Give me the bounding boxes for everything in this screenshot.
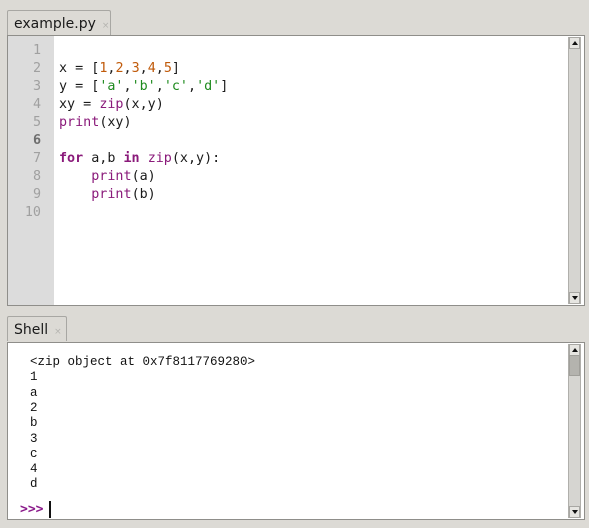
code-token: (x,y) <box>123 97 164 112</box>
code-line[interactable]: for a,b in zip(x,y): <box>59 150 220 168</box>
code-token: (x,y): <box>171 151 221 166</box>
line-number: 9 <box>32 187 41 202</box>
shell-console[interactable]: <zip object at 0x7f8117769280> 1 a 2 b 3 c 4 d >… <box>7 342 585 520</box>
line-number: 2 <box>32 61 41 76</box>
scroll-thumb[interactable] <box>569 355 580 376</box>
code-line[interactable]: xy = zip(x,y) <box>59 96 164 114</box>
shell-output-line: 4 <box>30 462 38 477</box>
code-token: (xy) <box>99 115 132 130</box>
line-number: 4 <box>32 97 41 112</box>
code-token: print <box>91 169 132 184</box>
code-token: 'd' <box>196 79 221 94</box>
code-token: xy = <box>59 97 100 112</box>
shell-scrollbar[interactable] <box>568 344 581 518</box>
code-token: (a) <box>131 169 156 184</box>
code-token: print <box>91 187 132 202</box>
close-icon[interactable]: × <box>102 21 110 31</box>
arrow-down-icon <box>572 510 578 514</box>
close-icon[interactable]: × <box>54 327 62 337</box>
editor-tab[interactable]: example.py × <box>7 10 111 35</box>
code-line[interactable]: print(a) <box>59 168 156 186</box>
code-token: 'b' <box>131 79 156 94</box>
arrow-up-icon <box>572 348 578 352</box>
scroll-down-button[interactable] <box>569 506 580 518</box>
code-token: , <box>123 61 132 76</box>
shell-output-line: a <box>30 385 38 400</box>
code-token: zip <box>99 97 124 112</box>
code-line[interactable]: x = [1,2,3,4,5] <box>59 60 180 78</box>
code-token: 3 <box>131 61 140 76</box>
shell-output-line: 3 <box>30 431 38 446</box>
code-token: , <box>188 79 197 94</box>
scroll-up-button[interactable] <box>569 37 580 49</box>
code-token: zip <box>147 151 172 166</box>
line-number: 3 <box>32 79 41 94</box>
code-token: x = [ <box>59 61 100 76</box>
code-token: , <box>155 61 164 76</box>
code-token: 5 <box>163 61 172 76</box>
code-token: (b) <box>131 187 156 202</box>
scroll-down-button[interactable] <box>569 292 580 304</box>
shell-tab[interactable]: Shell × <box>7 316 67 341</box>
code-token: , <box>123 79 132 94</box>
code-line[interactable]: y = ['a','b','c','d'] <box>59 78 228 96</box>
code-token: ] <box>220 79 229 94</box>
code-token: 4 <box>147 61 156 76</box>
shell-prompt: >>> <box>20 502 44 517</box>
code-token: for <box>59 151 84 166</box>
arrow-up-icon <box>572 41 578 45</box>
text-cursor <box>49 501 51 518</box>
code-line[interactable]: print(b) <box>59 186 156 204</box>
editor-tab-label: example.py <box>14 16 96 32</box>
shell-output-line: c <box>30 446 38 461</box>
code-token: , <box>155 79 164 94</box>
arrow-down-icon <box>572 296 578 300</box>
code-token: print <box>59 115 100 130</box>
editor-scrollbar[interactable] <box>568 37 581 304</box>
code-editor[interactable]: 1 2 3 4 5 6 7 8 9 10 x = [1,2,3,4,5] y = ['a','b',… <box>7 35 585 306</box>
code-token: a,b <box>83 151 124 166</box>
code-token: in <box>123 151 140 166</box>
line-number: 5 <box>32 115 41 130</box>
shell-tab-label: Shell <box>14 322 49 338</box>
line-number: 1 <box>32 43 41 58</box>
line-number: 6 <box>32 133 41 148</box>
line-number: 8 <box>32 169 41 184</box>
code-token: 2 <box>115 61 124 76</box>
line-number-gutter: 1 2 3 4 5 6 7 8 9 10 <box>8 36 54 305</box>
code-token: , <box>139 61 148 76</box>
shell-output-line: <zip object at 0x7f8117769280> <box>30 355 256 369</box>
code-token: 'a' <box>99 79 124 94</box>
shell-output-line: d <box>30 477 38 492</box>
code-line[interactable]: print(xy) <box>59 114 132 132</box>
code-token: y = [ <box>59 79 100 94</box>
shell-output-line: b <box>30 416 38 431</box>
code-token: ] <box>171 61 180 76</box>
line-number: 7 <box>32 151 41 166</box>
code-token: 'c' <box>163 79 188 94</box>
shell-output-line: 2 <box>30 400 38 415</box>
line-number: 10 <box>24 205 41 220</box>
shell-output-line: 1 <box>30 370 38 385</box>
